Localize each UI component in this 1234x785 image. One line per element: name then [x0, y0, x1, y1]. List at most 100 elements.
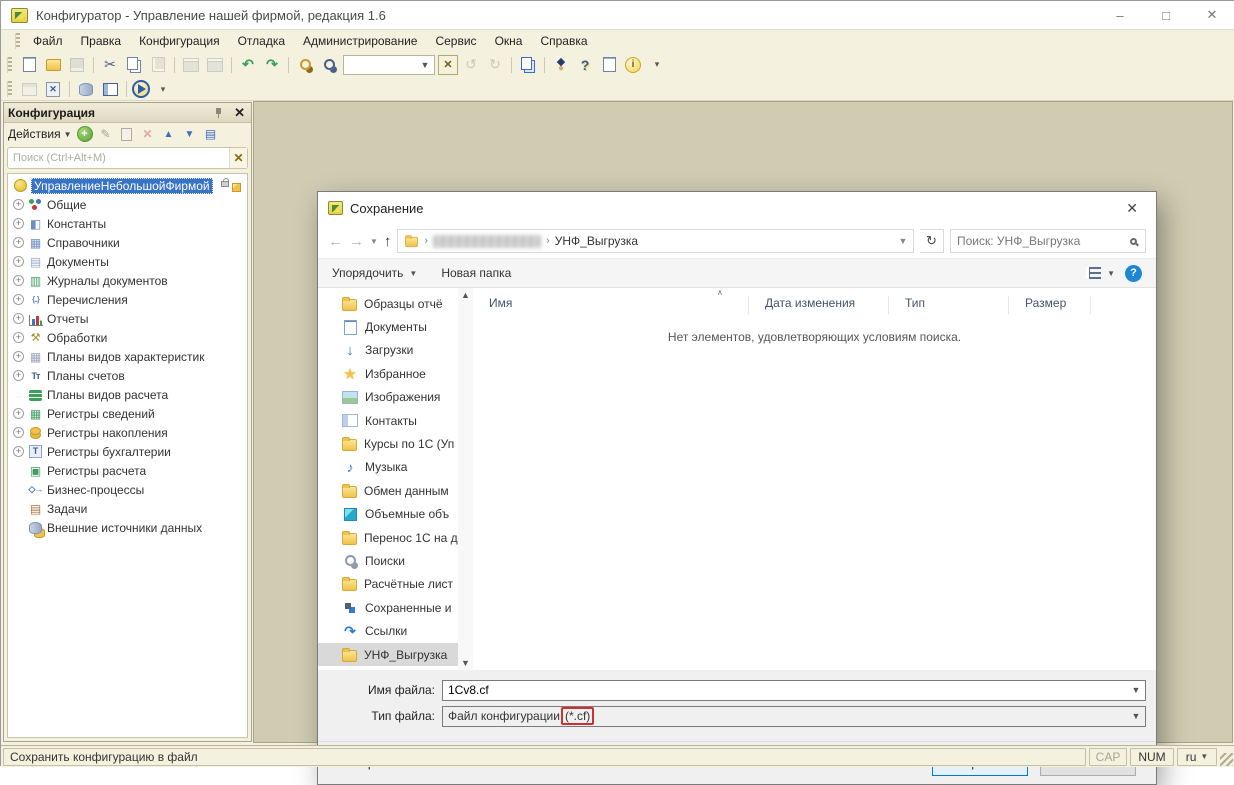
organize-menu[interactable]: Упорядочить ▼	[332, 266, 417, 280]
form-editor-icon[interactable]	[99, 79, 121, 99]
tree-item[interactable]: + Регистры сведений	[8, 404, 247, 423]
search-next-icon[interactable]	[484, 55, 506, 75]
tree-item-label[interactable]: Общие	[47, 198, 86, 212]
tree-item[interactable]: + Регистры накопления	[8, 423, 247, 442]
sidebar-item[interactable]: Изображения	[318, 386, 458, 409]
info-icon[interactable]	[622, 55, 644, 75]
act-copy-icon[interactable]	[119, 126, 135, 142]
tree-item-label[interactable]: Планы счетов	[47, 369, 125, 383]
clear-tree-search-icon[interactable]: ✕	[229, 148, 247, 168]
expand-plus-icon[interactable]: +	[13, 275, 24, 286]
sidebar-item[interactable]: Избранное	[318, 362, 458, 385]
sidebar-item[interactable]: Сохраненные и	[318, 596, 458, 619]
scroll-down-icon[interactable]: ▼	[461, 658, 470, 668]
tree-item-label[interactable]: Обработки	[47, 331, 107, 345]
sidebar-item-label[interactable]: Курсы по 1С (Уп	[364, 437, 454, 451]
tree-item-label[interactable]: Задачи	[47, 502, 87, 516]
dialog-search-input[interactable]	[957, 234, 1130, 248]
maximize-button[interactable]: □	[1143, 1, 1189, 29]
copy-icon[interactable]	[123, 55, 145, 75]
print-preview-icon[interactable]	[204, 55, 226, 75]
sidebar-item[interactable]: Объемные объ	[318, 503, 458, 526]
dialog-search-box[interactable]	[950, 229, 1146, 253]
sidebar-item[interactable]: Образцы отчё	[318, 292, 458, 315]
tree-item-label[interactable]: Регистры сведений	[47, 407, 155, 421]
expand-plus-icon[interactable]: +	[13, 199, 24, 210]
overflow-icon[interactable]	[646, 55, 668, 75]
undo-icon[interactable]	[237, 55, 259, 75]
tree-item-label[interactable]: Бизнес-процессы	[47, 483, 144, 497]
sidebar-item[interactable]: Ссылки	[318, 619, 458, 642]
clear-search-button[interactable]: ✕	[438, 55, 458, 75]
divider-icon[interactable]	[66, 80, 73, 98]
search-icon[interactable]	[1130, 238, 1137, 245]
zoom-find-icon[interactable]	[318, 55, 340, 75]
act-edit-icon[interactable]	[98, 126, 114, 142]
tree-item-label[interactable]: Регистры расчета	[47, 464, 146, 478]
tree-item[interactable]: + Общие	[8, 195, 247, 214]
window-copy-icon[interactable]	[517, 55, 539, 75]
tree-item-label[interactable]: Регистры бухгалтерии	[47, 445, 171, 459]
dialog-close-icon[interactable]: ✕	[1118, 200, 1146, 217]
divider-icon[interactable]	[228, 56, 235, 74]
actions-menu[interactable]: Действия	[8, 127, 61, 141]
tree-item[interactable]: + Регистры расчета	[8, 461, 247, 480]
sidebar-item-label[interactable]: Поиски	[365, 554, 405, 568]
global-search-input[interactable]	[344, 57, 418, 73]
sidebar-item[interactable]: Перенос 1С на д	[318, 526, 458, 549]
chevron-down-icon[interactable]: ▼	[418, 60, 432, 70]
start-debug-icon[interactable]	[132, 80, 150, 98]
expand-plus-icon[interactable]: +	[13, 408, 24, 419]
menu-item[interactable]: Окна	[486, 32, 532, 50]
tree-item-label[interactable]: Отчеты	[47, 312, 88, 326]
nav-forward-icon[interactable]: →	[349, 233, 364, 250]
sidebar-item-label[interactable]: Загрузки	[365, 343, 413, 357]
tree-item[interactable]: + Документы	[8, 252, 247, 271]
tree-item-label[interactable]: Перечисления	[47, 293, 128, 307]
find-icon[interactable]	[294, 55, 316, 75]
menu-item[interactable]: Правка	[72, 32, 131, 50]
database-icon[interactable]	[75, 79, 97, 99]
win-close-icon[interactable]	[42, 79, 64, 99]
expand-plus-icon[interactable]: +	[13, 218, 24, 229]
expand-plus-icon[interactable]: +	[13, 427, 24, 438]
tree-item-label[interactable]: Журналы документов	[47, 274, 168, 288]
redo-icon[interactable]	[261, 55, 283, 75]
win-settings-icon[interactable]	[18, 79, 40, 99]
sidebar-item[interactable]: Поиски	[318, 549, 458, 572]
sidebar-item[interactable]: Расчётные лист	[318, 573, 458, 596]
close-button[interactable]: ✕	[1189, 1, 1234, 29]
chevron-down-icon[interactable]: ▼	[1127, 685, 1145, 695]
sidebar-item-label[interactable]: Сохраненные и	[365, 601, 451, 615]
nav-up-icon[interactable]: ↑	[384, 233, 392, 250]
tree-item-label[interactable]: Справочники	[47, 236, 120, 250]
minimize-button[interactable]: –	[1097, 1, 1143, 29]
sidebar-item-label[interactable]: Контакты	[365, 414, 417, 428]
sidebar-item-label[interactable]: Избранное	[365, 367, 426, 381]
view-mode-button[interactable]: ▼	[1086, 267, 1115, 279]
act-down-icon[interactable]	[182, 126, 198, 142]
divider-icon[interactable]	[171, 56, 178, 74]
resize-grip[interactable]	[1220, 753, 1233, 766]
chevron-down-icon[interactable]: ▼	[64, 130, 72, 139]
column-type[interactable]: Тип	[889, 296, 1009, 314]
sidebar-item[interactable]: Курсы по 1С (Уп	[318, 432, 458, 455]
menu-item[interactable]: Файл	[24, 32, 72, 50]
tree-item-label[interactable]: Внешние источники данных	[47, 521, 202, 535]
sidebar-item-label[interactable]: Расчётные лист	[364, 577, 453, 591]
help-icon[interactable]: ?	[1125, 265, 1142, 282]
menu-item[interactable]: Администрирование	[294, 32, 426, 50]
print-icon[interactable]	[180, 55, 202, 75]
act-add-icon[interactable]	[77, 126, 93, 142]
save-icon[interactable]	[66, 55, 88, 75]
sidebar-item-label[interactable]: Обмен данным	[364, 484, 449, 498]
tree-item[interactable]: + Отчеты	[8, 309, 247, 328]
sidebar-item-label[interactable]: УНФ_Выгрузка	[364, 648, 447, 662]
tree-root-label[interactable]: УправлениеНебольшойФирмой	[31, 178, 213, 194]
menu-item[interactable]: Справка	[531, 32, 596, 50]
breadcrumb-folder[interactable]: УНФ_Выгрузка	[555, 234, 638, 248]
tree-item-label[interactable]: Документы	[47, 255, 109, 269]
help-topics-icon[interactable]	[574, 55, 596, 75]
address-bar[interactable]: › › УНФ_Выгрузка ▼	[397, 229, 914, 253]
expand-plus-icon[interactable]: +	[13, 256, 24, 267]
